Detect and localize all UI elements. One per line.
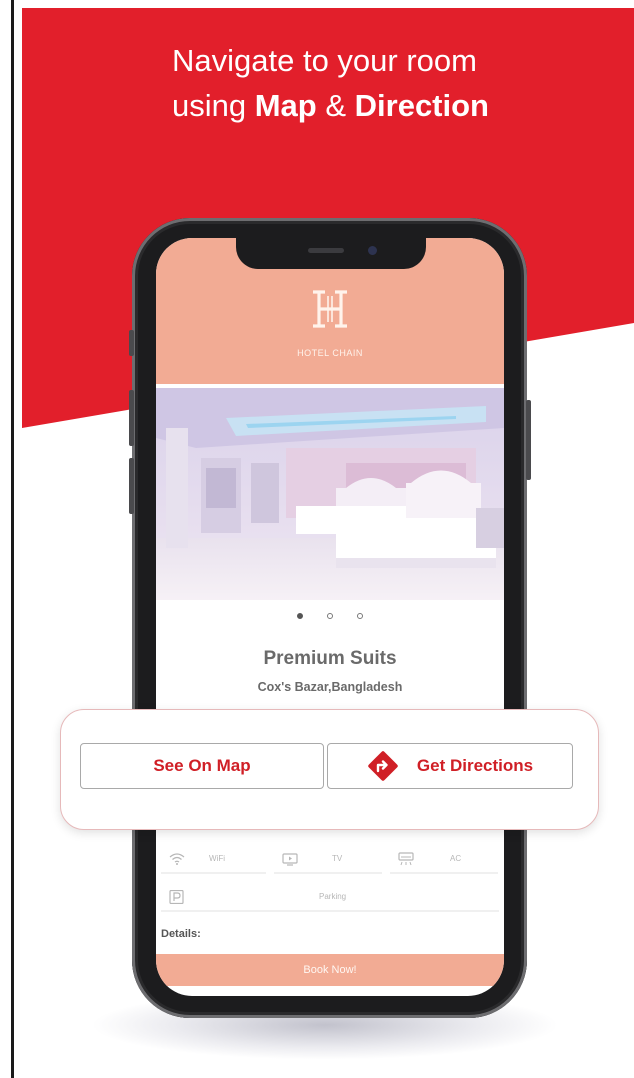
headline-line-2: using Map & Direction: [172, 83, 489, 128]
details-label: Details:: [161, 928, 201, 940]
brand-name: HOTEL CHAIN: [297, 348, 363, 358]
phone-notch: [236, 236, 426, 269]
left-divider: [11, 0, 14, 1078]
promo-headline: Navigate to your room using Map & Direct…: [172, 38, 489, 128]
phone-screen: HOTEL CHAIN Premium Suits Cox's Bazar,Ba…: [156, 238, 504, 996]
carousel-dot[interactable]: [327, 613, 333, 619]
amenity-tv: TV: [274, 850, 382, 874]
carousel-dot[interactable]: [357, 613, 363, 619]
headline-map: Map: [254, 88, 317, 123]
mute-switch: [129, 330, 134, 356]
hotel-chain-logo-icon: [313, 290, 347, 328]
headline-direction: Direction: [354, 88, 489, 123]
wifi-icon: [169, 853, 185, 865]
headline-line-1: Navigate to your room: [172, 43, 477, 78]
amenity-label: AC: [450, 854, 462, 863]
carousel-indicator: [156, 613, 504, 619]
amenity-label: Parking: [319, 892, 347, 901]
front-camera: [368, 246, 377, 255]
room-photo[interactable]: [156, 388, 504, 600]
book-now-button[interactable]: Book Now!: [156, 954, 504, 986]
power-button: [526, 400, 531, 480]
volume-down-button: [129, 458, 134, 514]
amenity-label: TV: [332, 854, 343, 863]
room-location: Cox's Bazar,Bangladesh: [257, 680, 403, 694]
see-on-map-button[interactable]: See On Map: [80, 743, 324, 789]
directions-icon: [368, 751, 398, 781]
room-image: [156, 388, 504, 600]
amenity-parking: Parking: [161, 888, 499, 912]
get-directions-button[interactable]: Get Directions: [327, 743, 573, 789]
tv-icon: [282, 853, 298, 866]
parking-icon: [169, 890, 184, 904]
amenity-wifi: WiFi: [161, 850, 266, 874]
amenity-ac: AC: [390, 850, 498, 874]
headline-amp: &: [316, 88, 355, 123]
see-on-map-label: See On Map: [153, 756, 251, 775]
get-directions-label: Get Directions: [416, 756, 534, 775]
volume-up-button: [129, 390, 134, 446]
amenity-label: WiFi: [209, 854, 225, 863]
speaker-grille: [308, 248, 344, 253]
room-title: Premium Suits: [263, 648, 397, 669]
carousel-dot[interactable]: [297, 613, 303, 619]
headline-prefix: using: [172, 88, 255, 123]
ac-icon: [398, 852, 414, 866]
